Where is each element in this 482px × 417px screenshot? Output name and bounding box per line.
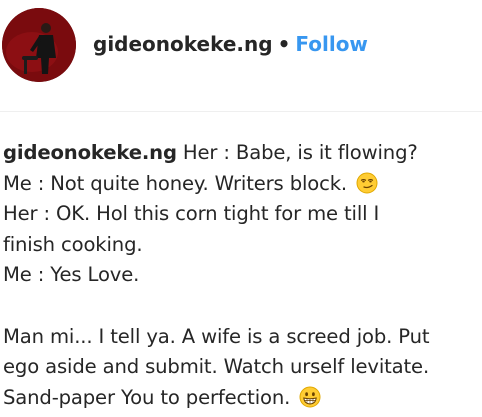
smirking-face-icon: [356, 172, 378, 194]
caption-line-5: Me : Yes Love.: [3, 263, 140, 287]
header-divider: [0, 111, 482, 112]
username-link[interactable]: gideonokeke.ng: [93, 32, 273, 56]
avatar-photo-icon: [2, 8, 76, 82]
post-header: gideonokeke.ng • Follow: [0, 0, 482, 90]
caption-username-link[interactable]: gideonokeke.ng: [3, 141, 177, 164]
header-username-row: gideonokeke.ng • Follow: [93, 30, 368, 58]
caption-line-1: gideonokeke.ng Her : Babe, is it flowing…: [3, 138, 479, 169]
caption-line-8: Sand-paper You to perfection.: [3, 383, 479, 414]
caption-line-2: Me : Not quite honey. Writers block.: [3, 169, 479, 200]
post-caption: gideonokeke.ng Her : Babe, is it flowing…: [3, 138, 479, 413]
caption-line-7: ego aside and submit. Watch urself levit…: [3, 355, 430, 379]
caption-line-6: Man mi... I tell ya. A wife is a screed …: [3, 324, 430, 348]
caption-text-1: Her : Babe, is it flowing?: [176, 141, 418, 164]
profile-avatar[interactable]: [2, 8, 76, 82]
caption-text-2: Me : Not quite honey. Writers block.: [3, 171, 354, 195]
follow-button[interactable]: Follow: [295, 32, 368, 56]
grinning-face-icon: [299, 386, 321, 408]
separator-dot: •: [277, 32, 291, 56]
caption-text-8: Sand-paper You to perfection.: [3, 385, 297, 409]
caption-line-4: finish cooking.: [3, 232, 143, 256]
caption-line-3: Her : OK. Hol this corn tight for me til…: [3, 202, 380, 226]
